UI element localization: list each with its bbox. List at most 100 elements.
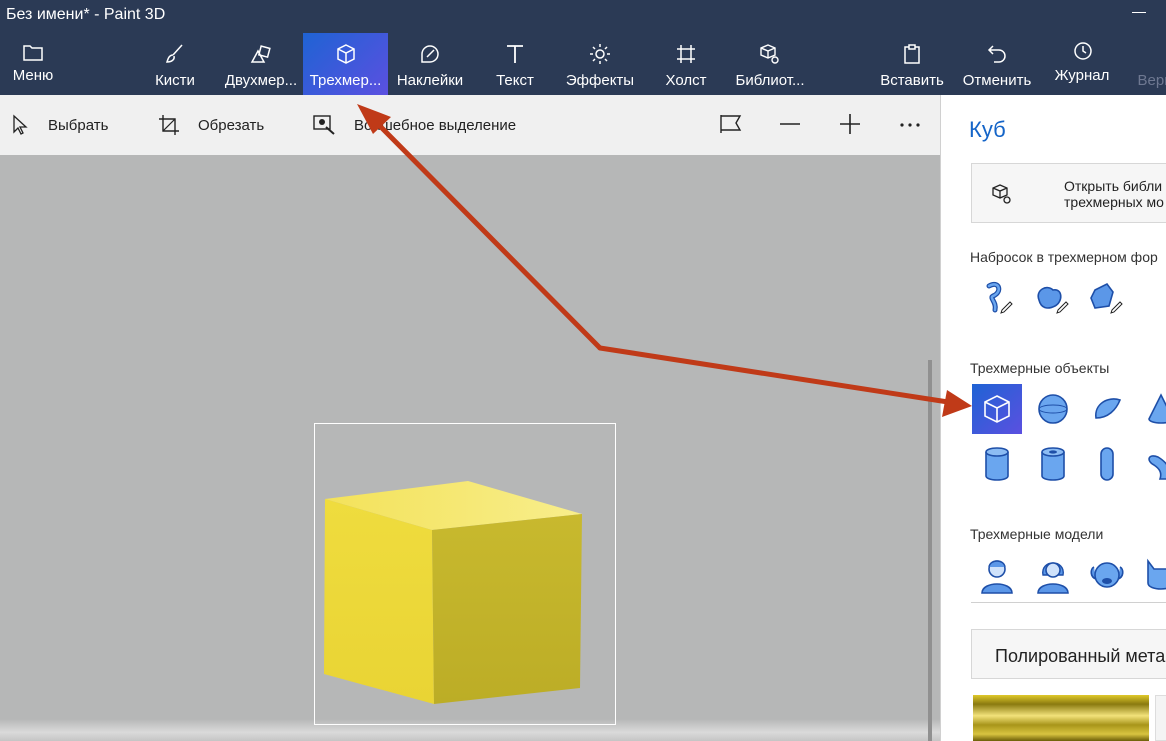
- tab-2d-shapes-label: Двухмер...: [224, 72, 298, 89]
- menu-label: Меню: [12, 67, 54, 84]
- tab-stickers-label: Наклейки: [396, 72, 464, 89]
- paste-label: Вставить: [880, 72, 944, 89]
- panel-title: Куб: [969, 117, 1006, 142]
- tab-canvas-label: Холст: [665, 72, 707, 89]
- tool-toolbar: Выбрать Обрезать Волшебное выделение: [0, 95, 940, 155]
- redo-label: Верн: [1137, 72, 1166, 89]
- crop-icon: [159, 115, 179, 135]
- section-3d-models: Трехмерные модели: [970, 526, 1104, 542]
- sphere-shape-button[interactable]: [1028, 384, 1078, 434]
- text-icon: [507, 45, 523, 63]
- library-icon: [760, 44, 779, 64]
- sketch-soft-icon: [1037, 286, 1069, 314]
- sphere-icon: [1038, 394, 1068, 424]
- capsule-shape-button[interactable]: [1082, 439, 1132, 489]
- main-ribbon: Меню Кисти Двухмер... Трехмер... Наклейк…: [0, 33, 1166, 95]
- cat-icon: [1147, 558, 1166, 590]
- paste-icon: [904, 44, 920, 64]
- tab-3d-shapes[interactable]: Трехмер...: [303, 33, 388, 95]
- magic-select-label: Волшебное выделение: [354, 116, 517, 134]
- panel-divider: [971, 602, 1166, 603]
- torus-icon: [1148, 455, 1166, 480]
- zoom-in-icon[interactable]: [837, 111, 863, 137]
- yellow-cube-object[interactable]: [320, 478, 588, 710]
- tab-effects[interactable]: Эффекты: [564, 33, 636, 95]
- hemisphere-shape-button[interactable]: [1082, 384, 1132, 434]
- paste-button[interactable]: Вставить: [878, 33, 946, 95]
- tab-text-label: Текст: [496, 72, 534, 89]
- model-man-button[interactable]: [972, 550, 1022, 600]
- shapes-2d-icon: [250, 45, 271, 63]
- tab-canvas[interactable]: Холст: [660, 33, 712, 95]
- tab-brushes[interactable]: Кисти: [148, 33, 202, 95]
- magic-select-tool[interactable]: Волшебное выделение: [312, 95, 516, 155]
- tube-icon: [1041, 447, 1065, 481]
- brush-icon: [165, 44, 183, 63]
- more-icon[interactable]: [897, 111, 923, 137]
- canvas-icon: [677, 45, 695, 63]
- canvas-scrollbar[interactable]: [928, 360, 932, 741]
- title-bar: Без имени* - Paint 3D: [0, 0, 1166, 33]
- tab-text[interactable]: Текст: [490, 33, 540, 95]
- torus-shape-button[interactable]: [1136, 439, 1166, 489]
- tab-2d-shapes[interactable]: Двухмер...: [220, 33, 302, 95]
- sticker-icon: [421, 45, 439, 63]
- cylinder-icon: [985, 447, 1009, 481]
- section-3d-objects: Трехмерные объекты: [970, 360, 1110, 376]
- zoom-out-icon[interactable]: [777, 111, 803, 137]
- crop-tool-label: Обрезать: [198, 116, 265, 134]
- cylinder-shape-button[interactable]: [972, 439, 1022, 489]
- open-library-button[interactable]: Открыть библи трехмерных мо: [971, 163, 1166, 223]
- right-panel: Куб Открыть библи трехмерных мо Набросок…: [940, 95, 1166, 741]
- sketch-soft-edge-button[interactable]: [1026, 273, 1076, 323]
- tab-stickers[interactable]: Наклейки: [392, 33, 468, 95]
- history-icon: [1074, 42, 1092, 60]
- menu-button[interactable]: Меню: [4, 33, 62, 95]
- model-cat-button[interactable]: [1136, 550, 1166, 600]
- model-dog-button[interactable]: [1082, 550, 1132, 600]
- select-tool[interactable]: Выбрать: [12, 95, 108, 155]
- cube-side-face: [432, 514, 582, 704]
- cube-shape-button[interactable]: [972, 384, 1022, 434]
- magic-select-icon: [313, 115, 335, 135]
- cone-shape-button[interactable]: [1136, 384, 1166, 434]
- hemisphere-icon: [1095, 398, 1122, 419]
- sketch-sharp-edge-button[interactable]: [972, 273, 1022, 323]
- redo-button[interactable]: Верн: [1130, 33, 1166, 95]
- material-swatch-gold[interactable]: [973, 695, 1149, 741]
- sun-icon: [590, 44, 610, 64]
- cone-icon: [1148, 393, 1166, 424]
- capsule-icon: [1100, 447, 1114, 481]
- cursor-icon: [13, 114, 28, 135]
- cube-icon: [336, 44, 355, 64]
- tab-brushes-label: Кисти: [155, 72, 195, 89]
- man-icon: [981, 560, 1013, 594]
- folder-icon: [23, 45, 43, 61]
- woman-icon: [1037, 562, 1069, 594]
- material-dropdown[interactable]: Полированный мета: [971, 629, 1166, 679]
- cube-icon: [984, 395, 1010, 423]
- tab-library-label: Библиот...: [735, 72, 805, 89]
- material-swatch-next[interactable]: [1155, 695, 1166, 741]
- crop-tool[interactable]: Обрезать: [158, 95, 264, 155]
- sketch-sharp-icon: [986, 281, 1013, 314]
- tab-library[interactable]: Библиот...: [732, 33, 808, 95]
- sketch-hard-edge-button[interactable]: [1080, 273, 1130, 323]
- tab-effects-label: Эффекты: [565, 72, 635, 89]
- minimize-button[interactable]: [1132, 3, 1146, 17]
- window-title: Без имени* - Paint 3D: [6, 6, 166, 23]
- view-icon[interactable]: [718, 111, 744, 137]
- open-library-label: Открыть библи трехмерных мо: [1064, 178, 1164, 210]
- undo-button[interactable]: Отменить: [960, 33, 1034, 95]
- dog-icon: [1090, 562, 1124, 588]
- tube-shape-button[interactable]: [1028, 439, 1078, 489]
- model-woman-button[interactable]: [1028, 550, 1078, 600]
- undo-label: Отменить: [962, 72, 1032, 89]
- cube-front-face: [324, 499, 434, 704]
- undo-icon: [987, 45, 1006, 63]
- tab-3d-shapes-label: Трехмер...: [309, 72, 382, 89]
- history-button[interactable]: Журнал: [1052, 33, 1112, 95]
- library-icon: [992, 184, 1011, 204]
- select-tool-label: Выбрать: [48, 116, 109, 134]
- sketch-hard-icon: [1090, 282, 1123, 314]
